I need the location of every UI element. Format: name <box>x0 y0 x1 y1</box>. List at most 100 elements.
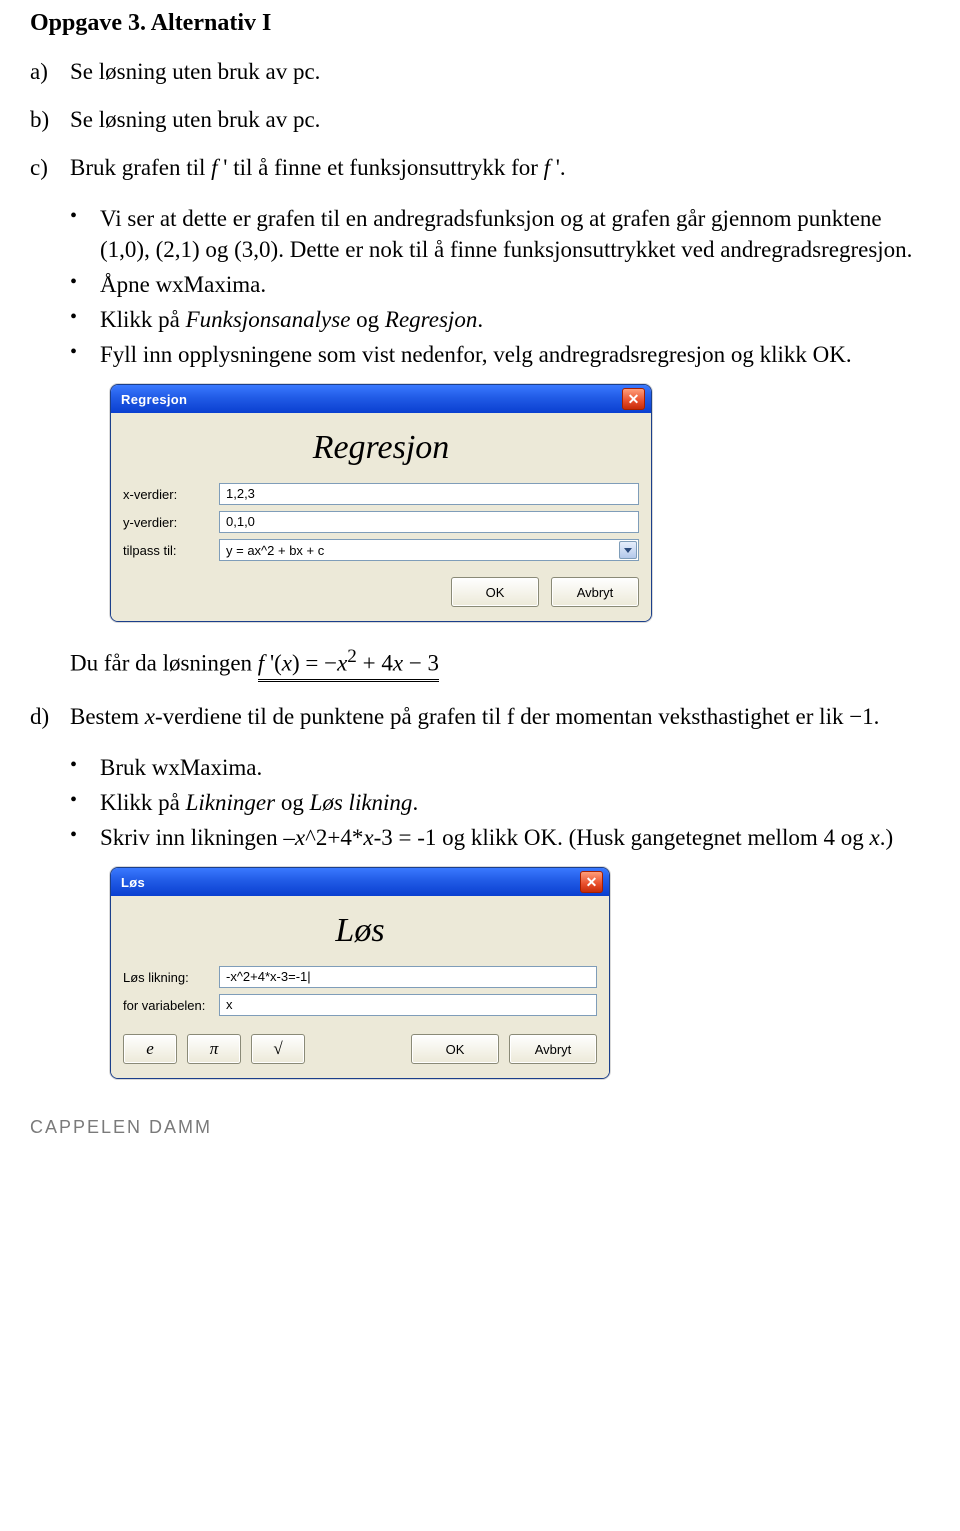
bullet-item: • Fyll inn opplysningene som vist nedenf… <box>70 339 930 370</box>
input-x-values[interactable]: 1,2,3 <box>219 483 639 505</box>
text: Klikk på <box>100 790 186 815</box>
list-item-d: d) Bestem x-verdiene til de punktene på … <box>30 704 930 730</box>
pi-button[interactable]: π <box>187 1034 241 1064</box>
item-letter: a) <box>30 59 70 85</box>
bullet-item: • Skriv inn likningen –x^2+4*x-3 = -1 og… <box>70 822 930 853</box>
field-row-var: for variabelen: x <box>123 994 597 1016</box>
em: Regresjon <box>385 307 477 332</box>
em: Løs likning <box>310 790 413 815</box>
button-row: OK Avbryt <box>123 577 639 607</box>
solution-equation: f '(x) = −x2 + 4x − 3 <box>258 644 439 682</box>
bullet-icon: • <box>70 339 100 370</box>
bullet-text: Bruk wxMaxima. <box>100 752 930 783</box>
em: x <box>295 825 305 850</box>
bullet-item: • Bruk wxMaxima. <box>70 752 930 783</box>
text: Klikk på <box>100 307 186 332</box>
bullets-d: • Bruk wxMaxima. • Klikk på Likninger og… <box>70 752 930 853</box>
field-row-x: x-verdier: 1,2,3 <box>123 483 639 505</box>
bullet-item: • Åpne wxMaxima. <box>70 269 930 300</box>
bullet-icon: • <box>70 203 100 265</box>
field-row-eqn: Løs likning: -x^2+4*x-3=-1| <box>123 966 597 988</box>
page-root: Oppgave 3. Alternativ I a) Se løsning ut… <box>0 0 960 1178</box>
lettered-list-d: d) Bestem x-verdiene til de punktene på … <box>30 704 930 730</box>
bullet-item: • Vi ser at dette er grafen til en andre… <box>70 203 930 265</box>
em: x <box>363 825 373 850</box>
text: Skriv inn likningen – <box>100 825 295 850</box>
item-text: Se løsning uten bruk av pc. <box>70 107 930 133</box>
list-item-a: a) Se løsning uten bruk av pc. <box>30 59 930 85</box>
close-icon: ✕ <box>586 875 598 889</box>
cancel-button[interactable]: Avbryt <box>551 577 639 607</box>
bullet-item: • Klikk på Likninger og Løs likning. <box>70 787 930 818</box>
titlebar: Løs ✕ <box>111 868 609 896</box>
item-letter: d) <box>30 704 70 730</box>
e-button[interactable]: e <box>123 1034 177 1064</box>
item-letter: c) <box>30 155 70 181</box>
input-equation[interactable]: -x^2+4*x-3=-1| <box>219 966 597 988</box>
item-letter: b) <box>30 107 70 133</box>
ok-button[interactable]: OK <box>451 577 539 607</box>
text: og <box>350 307 385 332</box>
label-fit: tilpass til: <box>123 543 219 558</box>
dropdown-button[interactable] <box>619 541 637 559</box>
chevron-down-icon <box>624 548 632 553</box>
symbol-button-row: e π √ OK Avbryt <box>123 1034 597 1064</box>
titlebar-title: Regresjon <box>121 392 622 407</box>
bullet-icon: • <box>70 787 100 818</box>
input-variable[interactable]: x <box>219 994 597 1016</box>
input-y-values[interactable]: 0,1,0 <box>219 511 639 533</box>
dialog-body: Løs Løs likning: -x^2+4*x-3=-1| for vari… <box>111 896 609 1078</box>
bullet-text: Vi ser at dette er grafen til en andregr… <box>100 203 930 265</box>
bullets-c: • Vi ser at dette er grafen til en andre… <box>70 203 930 370</box>
solution-line: Du får da løsningen f '(x) = −x2 + 4x − … <box>70 644 930 682</box>
cancel-button[interactable]: Avbryt <box>509 1034 597 1064</box>
publisher-logo: CAPPELEN DAMM <box>30 1117 930 1138</box>
text: . <box>477 307 483 332</box>
bullet-text: Klikk på Funksjonsanalyse og Regresjon. <box>100 304 930 335</box>
label-var: for variabelen: <box>123 998 219 1013</box>
label-x: x-verdier: <box>123 487 219 502</box>
lettered-list: a) Se løsning uten bruk av pc. b) Se løs… <box>30 59 930 181</box>
dialog-body: Regresjon x-verdier: 1,2,3 y-verdier: 0,… <box>111 413 651 621</box>
ok-button[interactable]: OK <box>411 1034 499 1064</box>
bullet-item: • Klikk på Funksjonsanalyse og Regresjon… <box>70 304 930 335</box>
dialog-header: Løs <box>123 912 597 950</box>
list-item-c: c) Bruk grafen til f ' til å finne et fu… <box>30 155 930 181</box>
em: Likninger <box>186 790 275 815</box>
dialog-regresjon: Regresjon ✕ Regresjon x-verdier: 1,2,3 y… <box>110 384 652 622</box>
page-title: Oppgave 3. Alternativ I <box>30 10 930 37</box>
sqrt-button[interactable]: √ <box>251 1034 305 1064</box>
text: .) <box>880 825 893 850</box>
bullet-text: Fyll inn opplysningene som vist nedenfor… <box>100 339 930 370</box>
bullet-icon: • <box>70 752 100 783</box>
bullet-text: Klikk på Likninger og Løs likning. <box>100 787 930 818</box>
list-item-b: b) Se løsning uten bruk av pc. <box>30 107 930 133</box>
titlebar: Regresjon ✕ <box>111 385 651 413</box>
dialog-header: Regresjon <box>123 429 639 467</box>
bullet-icon: • <box>70 822 100 853</box>
bullet-icon: • <box>70 269 100 300</box>
dialog-los: Løs ✕ Løs Løs likning: -x^2+4*x-3=-1| fo… <box>110 867 610 1079</box>
select-fit[interactable]: y = ax^2 + bx + c <box>219 539 639 561</box>
em: x <box>869 825 879 850</box>
text: . <box>412 790 418 815</box>
text: ^2+4* <box>305 825 363 850</box>
close-button[interactable]: ✕ <box>622 388 645 410</box>
item-text: Bruk grafen til f ' til å finne et funks… <box>70 155 930 181</box>
titlebar-title: Løs <box>121 875 580 890</box>
text: og <box>275 790 310 815</box>
bullet-text: Skriv inn likningen –x^2+4*x-3 = -1 og k… <box>100 822 930 853</box>
bullet-icon: • <box>70 304 100 335</box>
close-icon: ✕ <box>628 392 640 406</box>
select-fit-wrap: y = ax^2 + bx + c <box>219 539 639 561</box>
text: -3 = -1 og klikk OK. (Husk gangetegnet m… <box>374 825 870 850</box>
close-button[interactable]: ✕ <box>580 871 603 893</box>
field-row-y: y-verdier: 0,1,0 <box>123 511 639 533</box>
item-text: Bestem x-verdiene til de punktene på gra… <box>70 704 930 730</box>
field-row-fit: tilpass til: y = ax^2 + bx + c <box>123 539 639 561</box>
label-y: y-verdier: <box>123 515 219 530</box>
solution-pre: Du får da løsningen <box>70 651 258 676</box>
item-text: Se løsning uten bruk av pc. <box>70 59 930 85</box>
em: Funksjonsanalyse <box>186 307 351 332</box>
label-eqn: Løs likning: <box>123 970 219 985</box>
